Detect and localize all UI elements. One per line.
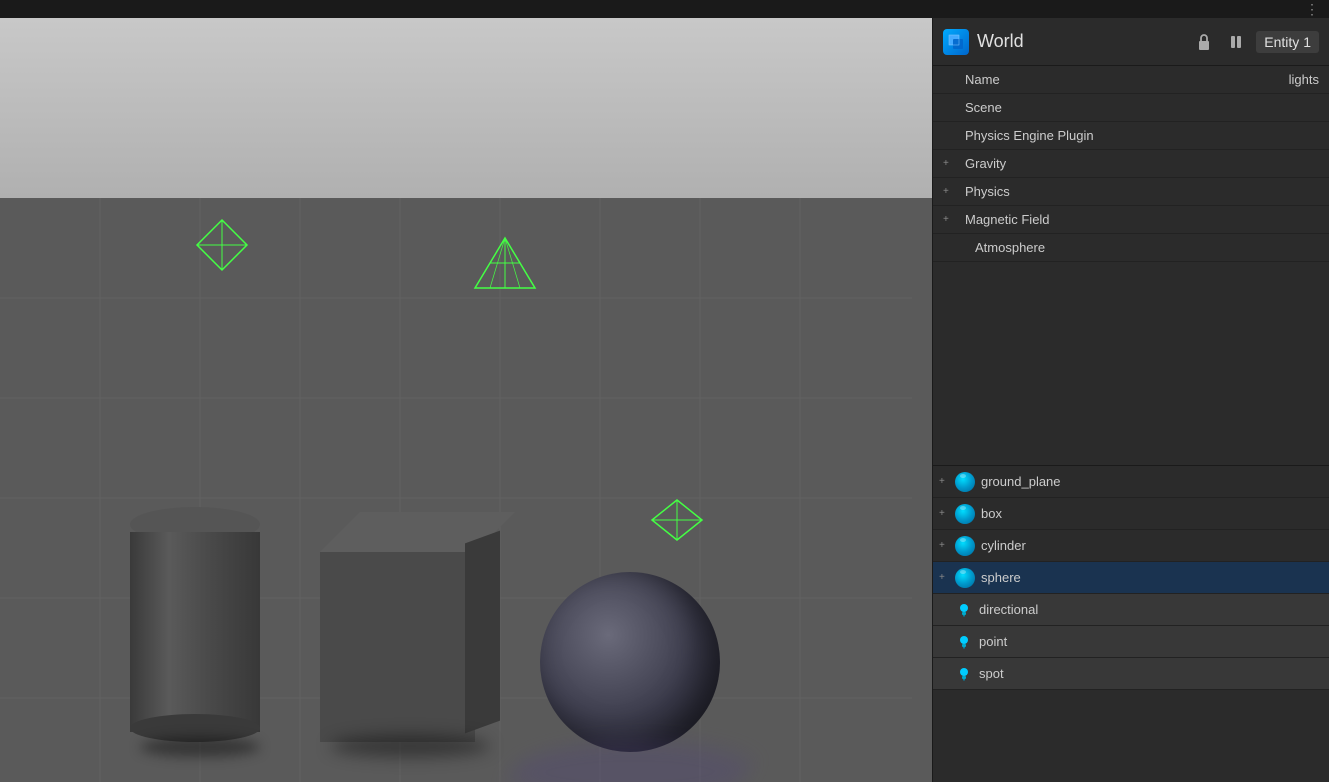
entity-label: Entity 1 [1256, 31, 1319, 53]
light-bulb-icon [956, 602, 972, 618]
sphere-body [540, 572, 720, 752]
prop-name-value: lights [1289, 72, 1319, 87]
lock-icon [1196, 33, 1212, 51]
entity-ground-plane-name: ground_plane [981, 474, 1323, 489]
entity-cylinder-name: cylinder [981, 538, 1323, 553]
entity-point-name: point [979, 634, 1323, 649]
wireframe-diamond-1 [195, 218, 250, 273]
sphere-object [540, 572, 720, 752]
prop-physics-engine-row[interactable]: Physics Engine Plugin [933, 122, 1329, 150]
entity-row-spot[interactable]: spot [933, 658, 1329, 690]
cylinder-object [130, 502, 260, 742]
prop-gravity-row[interactable]: + Gravity [933, 150, 1329, 178]
wireframe-diamond-3 [650, 498, 705, 543]
entity-sphere-name: sphere [981, 570, 1323, 585]
cylinder-shadow [140, 737, 260, 757]
prop-atmosphere-row[interactable]: Atmosphere [933, 234, 1329, 262]
entity-directional-name: directional [979, 602, 1323, 617]
wireframe-pyramid-2 [470, 233, 540, 303]
top-bar: ⋮ [0, 0, 1329, 18]
viewport-3d[interactable] [0, 18, 932, 782]
lock-button[interactable] [1192, 30, 1216, 54]
entities-panel[interactable]: + ground_plane + box + cylinder + sphere [933, 466, 1329, 782]
main-area: World Entity 1 [0, 18, 1329, 782]
box-object [320, 532, 500, 742]
entity-row-ground-plane[interactable]: + ground_plane [933, 466, 1329, 498]
prop-physics-expand: + [943, 186, 961, 197]
world-icon [943, 29, 969, 55]
top-bar-dots: ⋮ [1305, 1, 1321, 18]
prop-atmosphere-label: Atmosphere [975, 240, 1319, 255]
point-light-icon [956, 634, 972, 650]
prop-magnetic-label: Magnetic Field [965, 212, 1319, 227]
prop-name-label: Name [965, 72, 1289, 87]
entity-spot-icon [955, 665, 973, 683]
prop-physics-engine-label: Physics Engine Plugin [965, 128, 1319, 143]
prop-magnetic-expand: + [943, 214, 961, 225]
prop-empty-space [933, 262, 1329, 412]
spot-light-icon [956, 666, 972, 682]
prop-gravity-label: Gravity [965, 156, 1319, 171]
entity-row-cylinder[interactable]: + cylinder [933, 530, 1329, 562]
entity-ground-plane-expand: + [939, 476, 955, 487]
prop-gravity-expand: + [943, 158, 961, 169]
prop-magnetic-row[interactable]: + Magnetic Field [933, 206, 1329, 234]
pause-icon [1228, 34, 1244, 50]
prop-scene-label: Scene [965, 100, 1319, 115]
box-right [465, 531, 500, 734]
entity-box-expand: + [939, 508, 955, 519]
entity-cylinder-icon [955, 536, 975, 556]
cube-icon-svg [947, 33, 965, 51]
entity-row-box[interactable]: + box [933, 498, 1329, 530]
entity-box-icon [955, 504, 975, 524]
cylinder-body [130, 532, 260, 732]
panel-header: World Entity 1 [933, 18, 1329, 66]
entity-row-point[interactable]: point [933, 626, 1329, 658]
prop-physics-row[interactable]: + Physics [933, 178, 1329, 206]
entity-sphere-icon [955, 568, 975, 588]
entity-directional-icon [955, 601, 973, 619]
prop-name-row[interactable]: Name lights [933, 66, 1329, 94]
entity-box-name: box [981, 506, 1323, 521]
entity-row-directional[interactable]: directional [933, 594, 1329, 626]
box-front [320, 552, 475, 742]
panel-header-icons: Entity 1 [1192, 30, 1319, 54]
entity-row-sphere[interactable]: + sphere [933, 562, 1329, 594]
panel-title: World [977, 31, 1184, 52]
entity-cylinder-expand: + [939, 540, 955, 551]
prop-physics-label: Physics [965, 184, 1319, 199]
entity-sphere-expand: + [939, 572, 955, 583]
prop-scene-row[interactable]: Scene [933, 94, 1329, 122]
entity-point-icon [955, 633, 973, 651]
entity-spot-name: spot [979, 666, 1323, 681]
right-panel: World Entity 1 [932, 18, 1329, 782]
sky-area [0, 18, 932, 198]
pause-button[interactable] [1224, 30, 1248, 54]
box-shadow [330, 735, 490, 757]
entity-ground-plane-icon [955, 472, 975, 492]
properties-panel[interactable]: Name lights Scene Physics Engine Plugin … [933, 66, 1329, 466]
